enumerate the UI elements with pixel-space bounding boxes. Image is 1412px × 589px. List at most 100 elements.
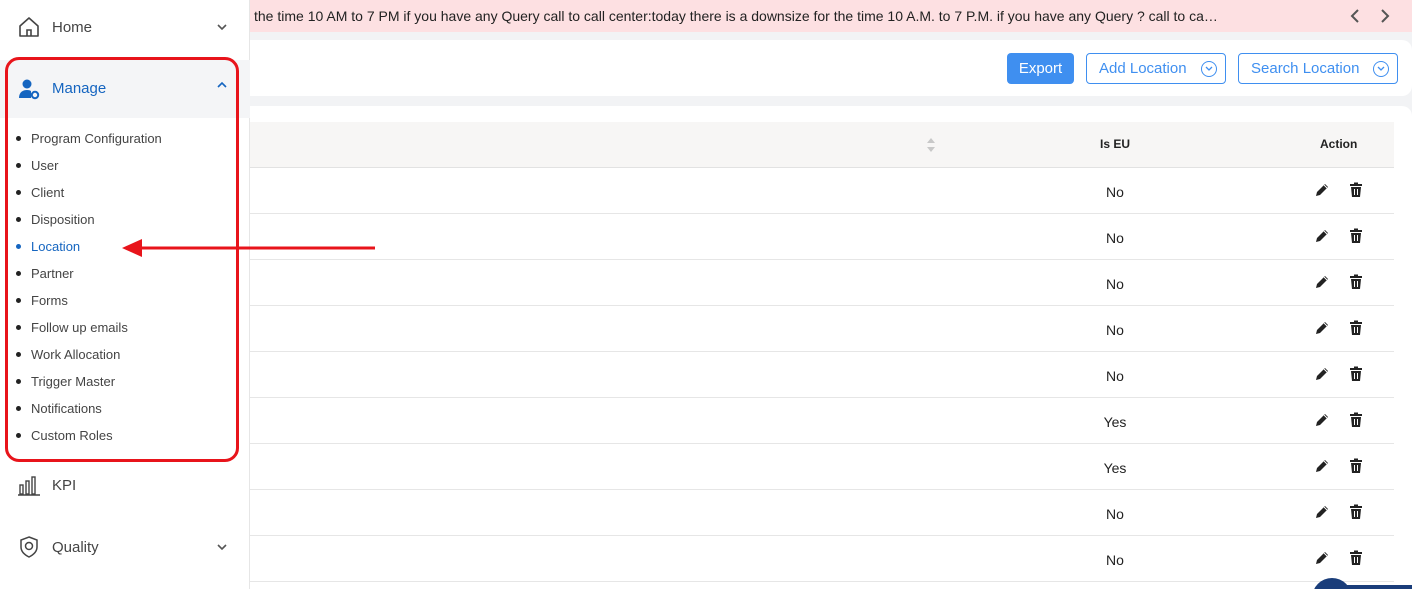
is-eu-cell: No [1106,552,1124,568]
user-settings-icon [16,76,42,102]
submenu-item-label: User [31,158,59,173]
table-row: No [250,168,1394,214]
chevron-left-icon[interactable] [1346,7,1364,25]
submenu-item-location[interactable]: Location [0,233,240,260]
submenu-item-label: Program Configuration [31,131,162,146]
chevron-down-icon [1373,61,1389,77]
delete-icon[interactable] [1348,504,1364,520]
sort-icon[interactable] [926,136,936,154]
announcement-bar: the time 10 AM to 7 PM if you have any Q… [250,0,1412,32]
delete-icon[interactable] [1348,320,1364,336]
bullet-icon [16,298,21,303]
submenu-item-label: Trigger Master [31,374,116,389]
table-row: No [250,214,1394,260]
search-location-button[interactable]: Search Location [1238,53,1398,84]
table-row: No [250,260,1394,306]
submenu-item-label: Custom Roles [31,428,113,443]
delete-icon[interactable] [1348,412,1364,428]
delete-icon[interactable] [1348,228,1364,244]
bullet-icon [16,406,21,411]
edit-icon[interactable] [1314,366,1330,382]
nav-quality[interactable]: Quality [0,520,250,574]
header-is-eu: Is EU [1100,137,1131,151]
edit-icon[interactable] [1314,228,1330,244]
table-row: No [250,490,1394,536]
nav-manage-label: Manage [52,80,107,97]
sidebar: Home Manage Program Configuration User Cli… [0,0,250,589]
nav-home[interactable]: Home [0,0,250,54]
submenu-item-user[interactable]: User [0,152,240,179]
edit-icon[interactable] [1314,320,1330,336]
submenu-item-label: Disposition [31,212,95,227]
is-eu-cell: No [1106,322,1124,338]
search-location-label: Search Location [1251,60,1360,77]
quality-badge-icon [16,534,42,560]
submenu-item-notifications[interactable]: Notifications [0,395,240,422]
table-row: No [250,306,1394,352]
location-table: Is EU Action No No No No No Yes Yes No No [250,106,1412,589]
chevron-down-icon [216,21,228,33]
bullet-icon [16,433,21,438]
is-eu-cell: No [1106,276,1124,292]
submenu-item-label: Location [31,239,81,254]
bullet-icon [16,352,21,357]
edit-icon[interactable] [1314,504,1330,520]
chevron-right-icon[interactable] [1376,7,1394,25]
delete-icon[interactable] [1348,550,1364,566]
delete-icon[interactable] [1348,366,1364,382]
submenu-item-label: Client [31,185,65,200]
chevron-down-icon [216,541,228,553]
submenu-item-work-allocation[interactable]: Work Allocation [0,341,240,368]
delete-icon[interactable] [1348,274,1364,290]
submenu-item-partner[interactable]: Partner [0,260,240,287]
submenu-item-label: Partner [31,266,74,281]
submenu-item-label: Forms [31,293,68,308]
header-action: Action [1320,137,1358,151]
edit-icon[interactable] [1314,458,1330,474]
export-button[interactable]: Export [1007,53,1074,84]
bullet-icon [16,244,21,249]
submenu-item-forms[interactable]: Forms [0,287,240,314]
is-eu-cell: No [1106,184,1124,200]
bullet-icon [16,325,21,330]
add-location-button[interactable]: Add Location [1086,53,1226,84]
edit-icon[interactable] [1314,182,1330,198]
toolbar: Export Add Location Search Location [250,40,1412,96]
delete-icon[interactable] [1348,182,1364,198]
is-eu-cell: Yes [1103,414,1127,430]
edit-icon[interactable] [1314,550,1330,566]
bullet-icon [16,136,21,141]
bullet-icon [16,379,21,384]
submenu-item-client[interactable]: Client [0,179,240,206]
edit-icon[interactable] [1314,412,1330,428]
submenu-item-label: Follow up emails [31,320,128,335]
table-header: Is EU Action [250,122,1394,168]
submenu-item-trigger-master[interactable]: Trigger Master [0,368,240,395]
nav-kpi[interactable]: KPI [0,458,250,512]
submenu-item-program-configuration[interactable]: Program Configuration [0,125,240,152]
nav-manage[interactable]: Manage [0,60,250,118]
is-eu-cell: Yes [1103,460,1127,476]
submenu-item-label: Notifications [31,401,102,416]
add-location-label: Add Location [1099,60,1187,77]
bullet-icon [16,271,21,276]
table-row: Yes [250,444,1394,490]
table-row: No [250,536,1394,582]
chevron-up-icon [216,78,228,90]
delete-icon[interactable] [1348,458,1364,474]
nav-home-label: Home [52,18,93,36]
is-eu-cell: No [1106,506,1124,522]
bullet-icon [16,190,21,195]
table-row: Yes [250,398,1394,444]
submenu-item-custom-roles[interactable]: Custom Roles [0,422,240,449]
nav-quality-label: Quality [52,538,99,556]
submenu-item-follow-up-emails[interactable]: Follow up emails [0,314,240,341]
edit-icon[interactable] [1314,274,1330,290]
chevron-down-icon [1201,61,1217,77]
bullet-icon [16,163,21,168]
manage-submenu: Program Configuration User Client Dispositi… [0,125,240,449]
home-icon [16,14,42,40]
is-eu-cell: No [1106,368,1124,384]
submenu-item-disposition[interactable]: Disposition [0,206,240,233]
announcement-text: the time 10 AM to 7 PM if you have any Q… [254,8,1218,24]
